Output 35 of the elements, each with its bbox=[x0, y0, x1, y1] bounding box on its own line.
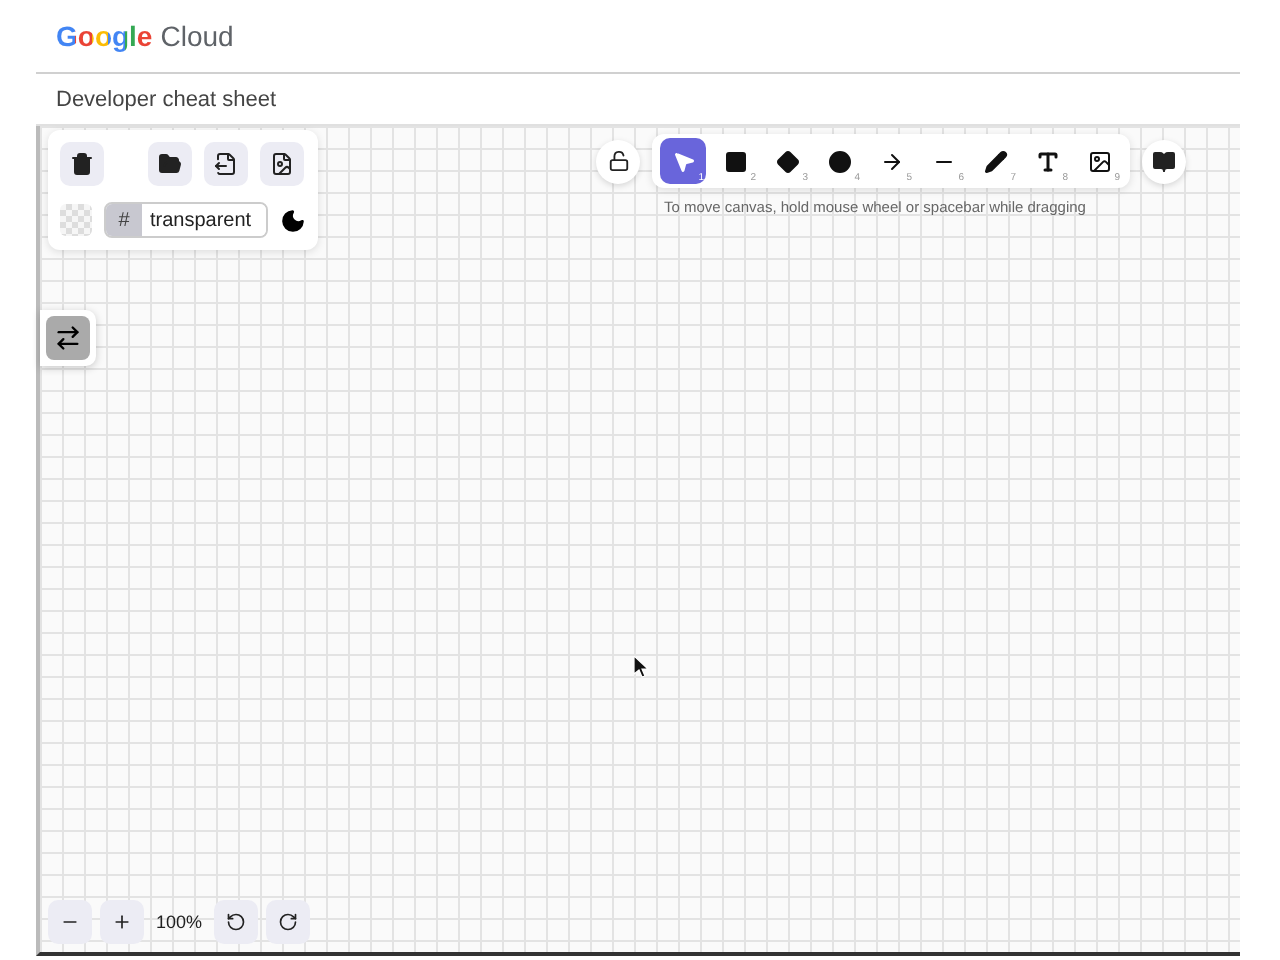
undo-button[interactable] bbox=[214, 900, 259, 944]
diamond-icon bbox=[775, 149, 799, 173]
image-icon bbox=[1087, 149, 1111, 173]
logo: Google bbox=[56, 20, 153, 52]
zoom-in-button[interactable] bbox=[100, 900, 144, 944]
book-icon bbox=[1152, 149, 1176, 173]
circle-icon bbox=[827, 149, 851, 173]
square-icon bbox=[723, 149, 747, 173]
product-name: Cloud bbox=[160, 20, 234, 52]
library-button[interactable] bbox=[1142, 139, 1186, 183]
export-button[interactable] bbox=[204, 142, 248, 186]
text-icon bbox=[1035, 149, 1059, 173]
undo-icon bbox=[226, 912, 247, 932]
cursor-icon bbox=[634, 656, 650, 678]
unlock-icon bbox=[607, 150, 629, 172]
file-export-icon bbox=[214, 152, 238, 176]
redo-icon bbox=[278, 912, 299, 932]
open-button[interactable] bbox=[148, 142, 192, 186]
pencil-icon bbox=[983, 149, 1007, 173]
plus-icon bbox=[112, 912, 132, 932]
file-image-icon bbox=[270, 152, 294, 176]
redo-button[interactable] bbox=[266, 900, 311, 944]
lock-button[interactable] bbox=[596, 139, 640, 183]
delete-button[interactable] bbox=[60, 142, 104, 186]
zoom-level: 100% bbox=[154, 912, 205, 932]
folder-icon bbox=[158, 152, 182, 176]
swap-icon bbox=[54, 324, 82, 352]
moon-icon[interactable] bbox=[280, 207, 306, 233]
export-image-button[interactable] bbox=[260, 142, 304, 186]
sidebar-toggle-button[interactable] bbox=[40, 310, 96, 366]
color-swatch[interactable] bbox=[60, 204, 92, 236]
background-color-field[interactable]: # transparent bbox=[104, 202, 268, 238]
pointer-icon bbox=[671, 149, 695, 173]
trash-icon bbox=[70, 152, 94, 176]
arrow-icon bbox=[879, 149, 903, 173]
